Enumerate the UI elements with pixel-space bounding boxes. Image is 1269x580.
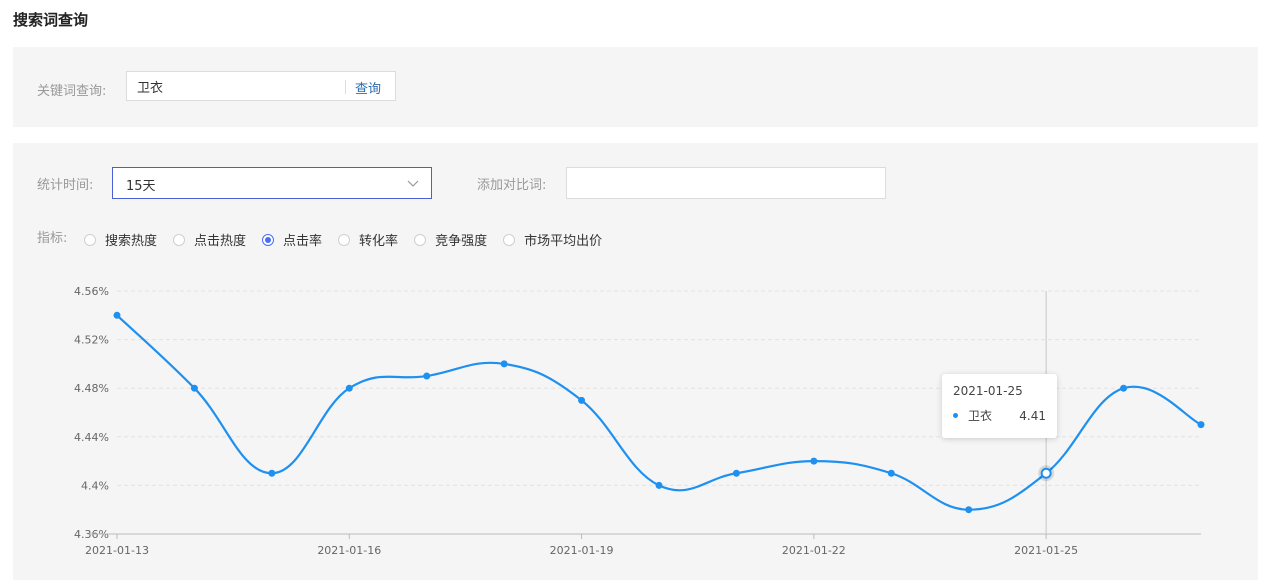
y-tick-label: 4.56%	[74, 285, 109, 298]
keyword-search-box: 查询	[126, 71, 396, 101]
data-point	[268, 469, 276, 477]
search-panel: 关键词查询: 查询	[13, 47, 1258, 127]
series-dot-icon	[953, 413, 958, 418]
keyword-input[interactable]	[137, 72, 337, 100]
data-point	[500, 360, 508, 368]
tooltip-value: 4.41	[1019, 408, 1046, 423]
page-title: 搜索词查询	[13, 11, 89, 29]
x-tick-label: 2021-01-13	[85, 544, 149, 557]
y-tick-label: 4.4%	[81, 479, 109, 492]
data-point	[655, 481, 663, 489]
search-button[interactable]: 查询	[355, 78, 381, 97]
data-point	[887, 469, 895, 477]
x-tick-label: 2021-01-22	[782, 544, 846, 557]
x-tick-label: 2021-01-19	[550, 544, 614, 557]
data-point	[1197, 421, 1205, 429]
divider	[345, 80, 346, 94]
x-tick-label: 2021-01-25	[1014, 544, 1078, 557]
data-point	[732, 469, 740, 477]
y-tick-label: 4.44%	[74, 431, 109, 444]
line-chart[interactable]: 4.36%4.4%4.44%4.48%4.52%4.56%2021-01-13 2…	[0, 143, 1269, 580]
data-point	[423, 372, 431, 380]
chart-tooltip: 2021-01-25 卫衣 4.41	[942, 374, 1057, 438]
data-point	[113, 311, 121, 319]
data-point	[345, 384, 353, 392]
data-point	[965, 506, 973, 514]
data-point-highlighted	[1040, 467, 1052, 479]
x-tick-label: 2021-01-16	[317, 544, 381, 557]
tooltip-series-name: 卫衣	[968, 409, 993, 423]
data-point	[810, 457, 818, 465]
keyword-label: 关键词查询:	[37, 84, 107, 99]
y-tick-label: 4.48%	[74, 382, 109, 395]
data-point	[1120, 384, 1128, 392]
y-tick-label: 4.52%	[74, 334, 109, 347]
data-point	[190, 384, 198, 392]
tooltip-date: 2021-01-25	[953, 384, 1023, 398]
data-point	[578, 396, 586, 404]
